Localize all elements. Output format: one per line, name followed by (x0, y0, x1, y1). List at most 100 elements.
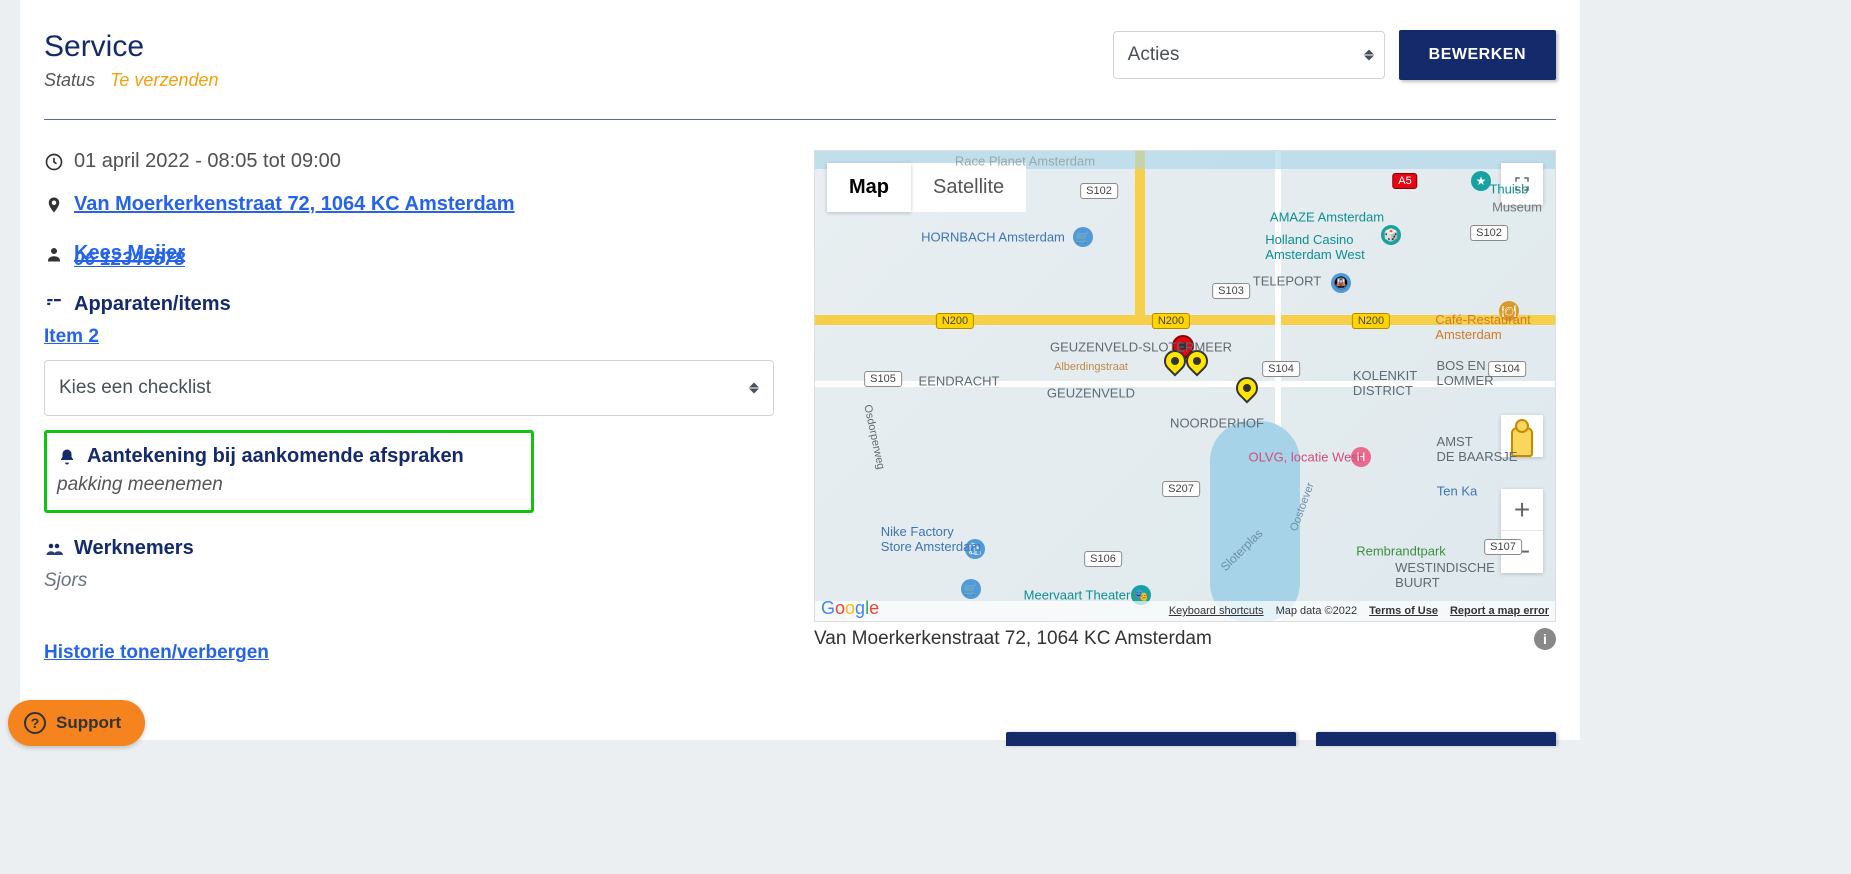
employees-title: Werknemers (44, 537, 774, 560)
details-column: 01 april 2022 - 08:05 tot 09:00 Van Moer… (44, 150, 774, 664)
user-icon (44, 244, 64, 264)
header-left: Service Status Te verzenden (44, 30, 219, 91)
map-label: KOLENKIT DISTRICT (1353, 368, 1417, 398)
map-attribution: Google Keyboard shortcuts Map data ©2022… (815, 601, 1555, 621)
map-label: AMAZE Amsterdam (1270, 210, 1384, 225)
status-label: Status (44, 70, 95, 90)
map-label: Thuisb (1489, 182, 1528, 197)
road-shield: S102 (1470, 225, 1508, 241)
map-label: Holland Casino Amsterdam West (1265, 232, 1364, 262)
note-text: pakking meenemen (57, 474, 521, 496)
actions-select-label: Acties (1128, 44, 1180, 66)
tools-icon (44, 295, 64, 315)
road-shield: S104 (1488, 361, 1526, 377)
map-zoom-controls: + − (1501, 489, 1543, 573)
bottom-button-1[interactable] (1006, 732, 1296, 746)
poi-icon: 🎲 (1381, 225, 1401, 245)
report-error-link[interactable]: Report a map error (1450, 605, 1549, 617)
map-label: EENDRACHT (919, 374, 1000, 389)
employees-title-text: Werknemers (74, 537, 194, 560)
note-title-row: Aantekening bij aankomende afspraken (57, 445, 521, 468)
bottom-buttons (1006, 732, 1556, 746)
datetime-row: 01 april 2022 - 08:05 tot 09:00 (44, 150, 774, 173)
devices-title-text: Apparaten/items (74, 293, 231, 316)
header-actions: Acties BEWERKEN (1113, 30, 1556, 80)
map-label: NOORDERHOF (1170, 416, 1264, 431)
terms-link[interactable]: Terms of Use (1369, 605, 1438, 617)
actions-select[interactable]: Acties (1113, 31, 1385, 79)
poi-icon: 🛒 (961, 579, 981, 599)
map-label: Nike Factory Store Amsterdam (881, 524, 981, 554)
info-icon[interactable]: i (1534, 628, 1556, 650)
map-type-map[interactable]: Map (827, 163, 911, 212)
caret-icon (749, 383, 759, 394)
item-link[interactable]: Item 2 (44, 326, 774, 348)
divider (44, 119, 1556, 120)
map-type-satellite[interactable]: Satellite (911, 163, 1026, 212)
history-toggle-link[interactable]: Historie tonen/verbergen (44, 642, 269, 664)
devices-title: Apparaten/items (44, 293, 774, 316)
map-label: Race Planet Amsterdam (955, 154, 1095, 169)
map-column: Map Satellite + − (814, 150, 1556, 664)
map-data-text: Map data ©2022 (1276, 605, 1358, 617)
map[interactable]: Map Satellite + − (814, 150, 1556, 622)
map-pin-icon (44, 195, 64, 215)
map-zoom-in[interactable]: + (1501, 489, 1543, 531)
address-row: Van Moerkerkenstraat 72, 1064 KC Amsterd… (44, 193, 774, 216)
map-label: GEUZENVELD (1047, 386, 1135, 401)
map-label: Café-Restaurant Amsterdam (1435, 312, 1530, 342)
map-marker[interactable] (1236, 377, 1262, 403)
road-shield: S103 (1212, 283, 1250, 299)
service-card: Service Status Te verzenden Acties BEWER… (20, 0, 1580, 740)
page-title: Service (44, 30, 219, 64)
road-shield: N200 (936, 313, 974, 329)
poi-icon: ★ (1471, 171, 1491, 191)
map-label: BOS EN LOMMER (1436, 358, 1493, 388)
map-label: OLVG, locatie West (1249, 450, 1362, 465)
status-value: Te verzenden (110, 70, 218, 90)
road-shield: S107 (1484, 539, 1522, 555)
edit-button[interactable]: BEWERKEN (1399, 30, 1556, 80)
map-caption-text: Van Moerkerkenstraat 72, 1064 KC Amsterd… (814, 628, 1212, 650)
road-shield: A5 (1392, 173, 1417, 189)
map-label: HORNBACH Amsterdam (921, 230, 1065, 245)
road-shield: S104 (1262, 361, 1300, 377)
bell-icon (57, 447, 77, 467)
header-row: Service Status Te verzenden Acties BEWER… (44, 30, 1556, 91)
datetime-text: 01 april 2022 - 08:05 tot 09:00 (74, 150, 341, 173)
employees-value: Sjors (44, 570, 774, 592)
map-label: Rembrandtpark (1356, 544, 1446, 559)
road-shield: N200 (1352, 313, 1390, 329)
road-shield: S207 (1162, 481, 1200, 497)
google-logo: Google (821, 598, 879, 619)
map-label: GEUZENVELD-SLOTERMEER (1050, 340, 1232, 355)
map-type-switch: Map Satellite (827, 163, 1026, 212)
map-caption-row: Van Moerkerkenstraat 72, 1064 KC Amsterd… (814, 628, 1556, 650)
poi-icon: 🚇 (1331, 273, 1351, 293)
map-label: Museum (1492, 200, 1542, 215)
map-label: Ten Ka (1437, 484, 1477, 499)
map-label: Alberdingstraat (1054, 361, 1128, 373)
keyboard-shortcuts-link[interactable]: Keyboard shortcuts (1169, 605, 1264, 617)
caret-icon (1364, 50, 1374, 61)
poi-icon: 🛒 (1073, 227, 1093, 247)
map-label: AMST DE BAARSJE (1437, 434, 1518, 464)
users-icon (44, 539, 64, 559)
address-link[interactable]: Van Moerkerkenstraat 72, 1064 KC Amsterd… (74, 193, 515, 216)
checklist-select[interactable]: Kies een checklist (44, 360, 774, 416)
clock-icon (44, 152, 64, 172)
road-shield: S105 (864, 371, 902, 387)
road-shield: N200 (1152, 313, 1190, 329)
contact-phone-link[interactable]: 06 12345678 (74, 249, 774, 271)
checklist-placeholder: Kies een checklist (59, 377, 211, 399)
support-button[interactable]: ? Support (8, 700, 145, 746)
map-label: WESTINDISCHE BUURT (1395, 560, 1495, 590)
road-shield: S102 (1080, 183, 1118, 199)
support-label: Support (56, 713, 121, 733)
status-line: Status Te verzenden (44, 70, 219, 91)
note-title-text: Aantekening bij aankomende afspraken (87, 445, 464, 468)
map-label: TELEPORT (1253, 274, 1321, 289)
road-shield: S106 (1084, 551, 1122, 567)
map-label: Osdorperweg (861, 403, 886, 470)
bottom-button-2[interactable] (1316, 732, 1556, 746)
